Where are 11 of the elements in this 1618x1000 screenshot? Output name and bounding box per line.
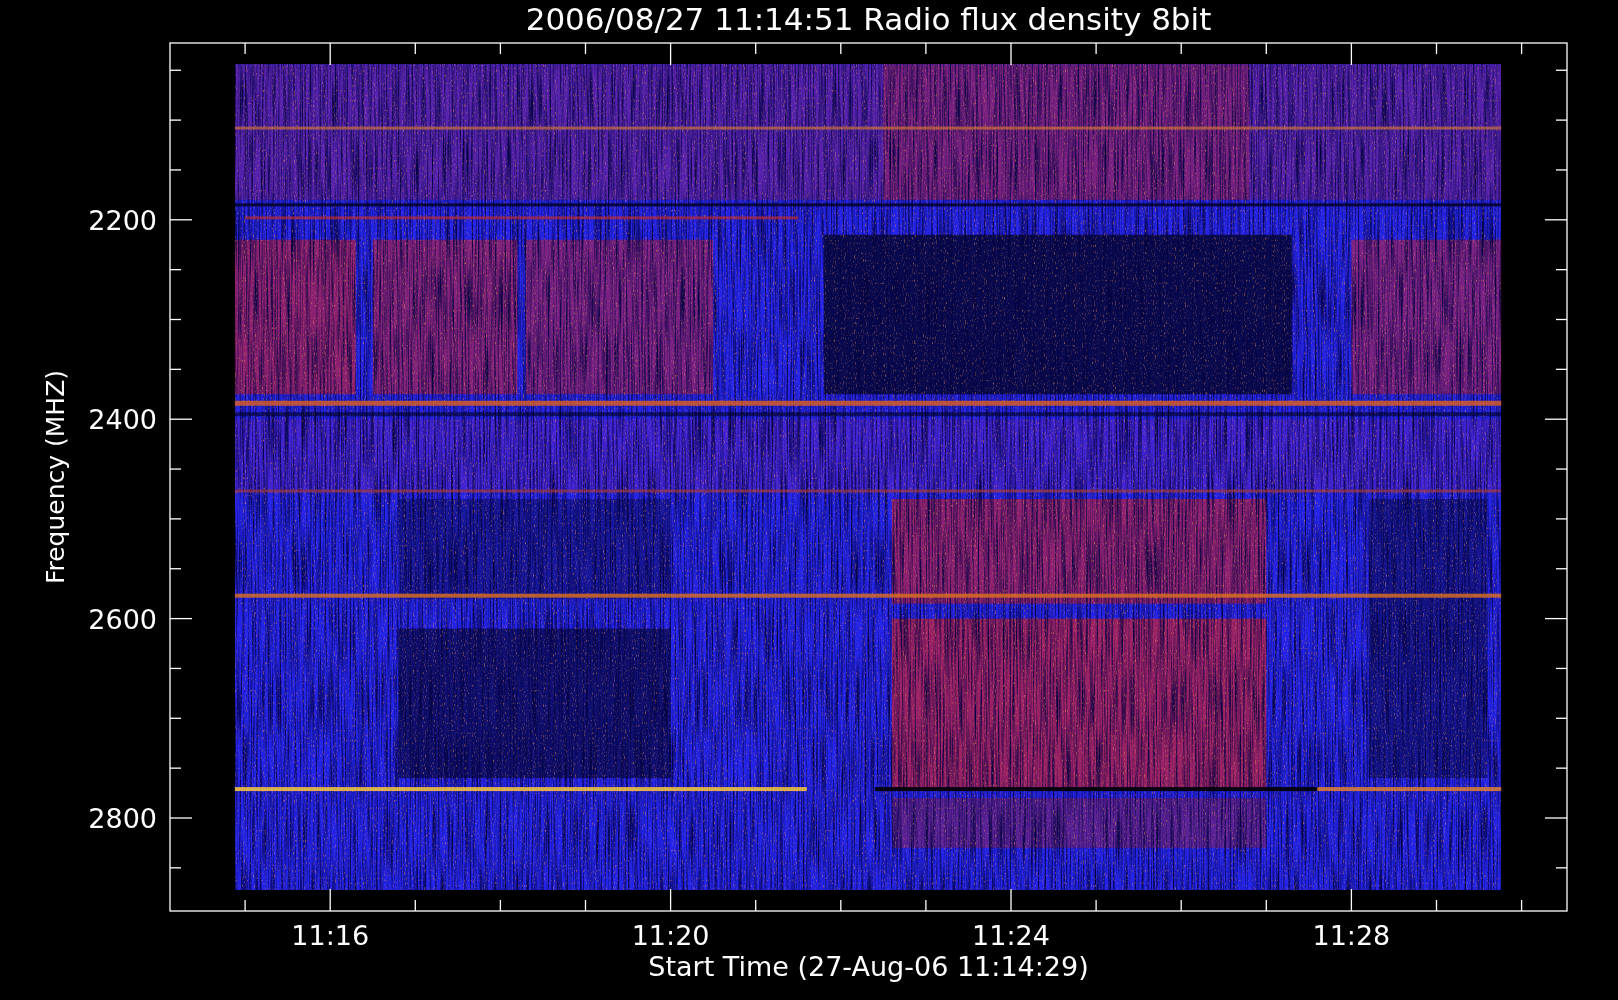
x-axis-label: Start Time (27-Aug-06 11:14:29)	[648, 951, 1089, 982]
x-tick-label: 11:28	[1312, 920, 1391, 951]
y-axis-label: Frequency (MHZ)	[41, 369, 70, 585]
x-tick-label: 11:16	[291, 920, 370, 951]
x-tick-label: 11:20	[631, 920, 710, 951]
x-tick-label: 11:24	[972, 920, 1050, 951]
y-tick-label: 2400	[88, 404, 157, 436]
y-tick-label: 2200	[88, 204, 157, 236]
chart-title: 2006/08/27 11:14:51 Radio flux density 8bit	[525, 1, 1212, 37]
y-tick-label: 2600	[88, 603, 157, 635]
y-tick-label: 2800	[88, 803, 157, 834]
